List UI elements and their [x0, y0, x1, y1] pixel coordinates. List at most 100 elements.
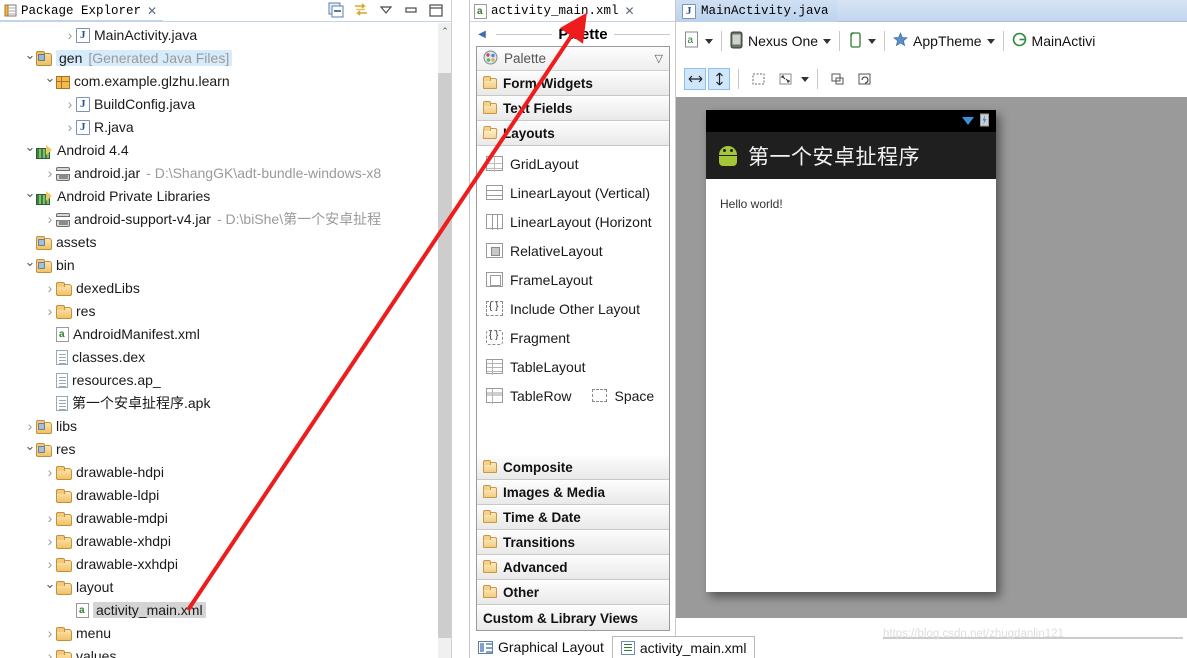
chevron-down-icon[interactable] — [823, 38, 832, 44]
tree-item[interactable]: AndroidManifest.xml — [0, 322, 438, 345]
tree-item[interactable]: layout — [0, 575, 438, 598]
chevron-down-icon[interactable] — [24, 253, 36, 276]
palette-category-form-widgets[interactable]: Form Widgets — [477, 71, 669, 96]
tree-item[interactable]: com.example.glzhu.learn — [0, 69, 438, 92]
xml-config-icon[interactable]: a — [684, 31, 700, 51]
palette-category-advanced[interactable]: Advanced — [477, 555, 669, 580]
chevron-down-icon[interactable]: ▽ — [655, 52, 663, 65]
orientation-selector[interactable] — [840, 28, 884, 54]
tree-item[interactable]: values — [0, 644, 438, 658]
palette-category-other[interactable]: Other — [477, 580, 669, 605]
collapse-all-icon[interactable] — [328, 2, 344, 18]
tree-item[interactable]: R.java — [0, 115, 438, 138]
chevron-down-icon[interactable] — [705, 38, 713, 44]
palette-item[interactable]: LinearLayout (Horizont — [477, 207, 669, 236]
editor-tab-activity-main-xml[interactable]: activity_main.xml ✕ — [470, 0, 676, 22]
tree-item[interactable]: Android Private Libraries — [0, 184, 438, 207]
palette-item-label[interactable]: Space — [614, 388, 654, 404]
tree-item[interactable]: android-support-v4.jar - D:\biShe\第一个安卓扯程 — [0, 207, 438, 230]
tree-item[interactable]: drawable-xhdpi — [0, 529, 438, 552]
layout-preview-canvas[interactable]: 第一个安卓扯程序 Hello world! ‹ — [676, 97, 1187, 618]
refresh-icon[interactable] — [853, 68, 875, 90]
palette-category-custom-library-views[interactable]: Custom & Library Views — [477, 605, 669, 630]
chevron-right-icon[interactable] — [44, 460, 56, 483]
device-content-area[interactable]: Hello world! — [706, 179, 996, 592]
tree-item[interactable]: menu — [0, 621, 438, 644]
scroll-up-icon[interactable]: ⌃ — [438, 23, 452, 39]
config-group[interactable]: a — [676, 28, 721, 54]
chevron-right-icon[interactable] — [44, 299, 56, 322]
activity-selector[interactable]: MainActivi — [1004, 28, 1104, 54]
palette-items-list[interactable]: GridLayout LinearLayout (Vertical) LinearL… — [477, 146, 669, 455]
tree-item[interactable]: drawable-mdpi — [0, 506, 438, 529]
tree-item[interactable]: resources.ap_ — [0, 368, 438, 391]
chevron-right-icon[interactable] — [44, 552, 56, 575]
collapse-panel-icon[interactable]: ◀ — [474, 26, 490, 42]
tree-item[interactable]: bin — [0, 253, 438, 276]
chevron-down-icon[interactable] — [44, 575, 56, 598]
tree-scrollbar[interactable]: ⌃ — [438, 23, 452, 658]
chevron-right-icon[interactable] — [64, 23, 76, 46]
chevron-down-icon[interactable] — [24, 184, 36, 207]
project-tree[interactable]: MainActivity.java gen [Generated Java File… — [0, 23, 438, 658]
tree-item[interactable]: drawable-ldpi — [0, 483, 438, 506]
chevron-right-icon[interactable] — [44, 506, 56, 529]
palette-item[interactable]: TableLayout — [477, 352, 669, 381]
tree-item[interactable]: drawable-xxhdpi — [0, 552, 438, 575]
chevron-right-icon[interactable] — [64, 92, 76, 115]
palette-item[interactable]: Include Other Layout — [477, 294, 669, 323]
chevron-right-icon[interactable] — [64, 115, 76, 138]
tree-item[interactable]: res — [0, 299, 438, 322]
view-menu-icon[interactable] — [378, 2, 394, 18]
tree-item[interactable]: res — [0, 437, 438, 460]
tree-item[interactable]: activity_main.xml — [0, 598, 438, 621]
palette-item[interactable]: GridLayout — [477, 149, 669, 178]
scrollbar-thumb[interactable] — [438, 73, 452, 638]
tree-item[interactable]: 第一个安卓扯程序.apk — [0, 391, 438, 414]
chevron-right-icon[interactable] — [44, 529, 56, 552]
chevron-down-icon[interactable] — [24, 437, 36, 460]
editor-tab-mainactivity-java[interactable]: MainActivity.java — [676, 0, 837, 22]
palette-header[interactable]: Palette ▽ — [477, 47, 669, 71]
maximize-icon[interactable] — [428, 2, 444, 18]
chevron-down-icon[interactable] — [868, 38, 877, 44]
palette-item-label[interactable]: TableRow — [510, 388, 571, 404]
palette-category-layouts[interactable]: Layouts — [477, 121, 669, 146]
link-with-editor-icon[interactable] — [353, 2, 369, 18]
show-included-icon[interactable] — [826, 68, 848, 90]
palette-item[interactable]: LinearLayout (Vertical) — [477, 178, 669, 207]
chevron-down-icon[interactable] — [24, 138, 36, 161]
minimize-icon[interactable] — [403, 2, 419, 18]
palette-category-images-media[interactable]: Images & Media — [477, 480, 669, 505]
chevron-down-icon[interactable] — [24, 46, 36, 69]
tree-item[interactable]: dexedLibs — [0, 276, 438, 299]
chevron-down-icon[interactable] — [801, 76, 809, 82]
fit-height-icon[interactable] — [708, 68, 730, 90]
bottom-tab-graphical-layout[interactable]: Graphical Layout — [470, 636, 612, 658]
tree-item[interactable]: BuildConfig.java — [0, 92, 438, 115]
chevron-right-icon[interactable] — [44, 644, 56, 658]
chevron-right-icon[interactable] — [24, 414, 36, 437]
package-explorer-tab[interactable]: Package Explorer ✕ — [0, 0, 164, 21]
close-icon[interactable]: ✕ — [147, 5, 157, 17]
fit-width-icon[interactable] — [684, 68, 706, 90]
tree-item[interactable]: gen [Generated Java Files] — [0, 46, 438, 69]
bottom-tab-activity-main-xml[interactable]: activity_main.xml — [611, 636, 756, 658]
chevron-right-icon[interactable] — [44, 207, 56, 230]
theme-selector[interactable]: AppTheme — [885, 28, 1002, 54]
tree-item[interactable]: MainActivity.java — [0, 23, 438, 46]
close-icon[interactable]: ✕ — [625, 5, 635, 17]
chevron-down-icon[interactable] — [44, 69, 56, 92]
chevron-right-icon[interactable] — [44, 161, 56, 184]
show-margins-icon[interactable] — [747, 68, 769, 90]
device-preview[interactable]: 第一个安卓扯程序 Hello world! — [706, 110, 996, 592]
tree-item[interactable]: libs — [0, 414, 438, 437]
palette-category-transitions[interactable]: Transitions — [477, 530, 669, 555]
palette-category-time-date[interactable]: Time & Date — [477, 505, 669, 530]
tree-item[interactable]: assets — [0, 230, 438, 253]
palette-item[interactable]: Fragment — [477, 323, 669, 352]
zoom-icon[interactable] — [774, 68, 796, 90]
chevron-down-icon[interactable] — [986, 38, 995, 44]
tree-item[interactable]: classes.dex — [0, 345, 438, 368]
palette-category-composite[interactable]: Composite — [477, 455, 669, 480]
